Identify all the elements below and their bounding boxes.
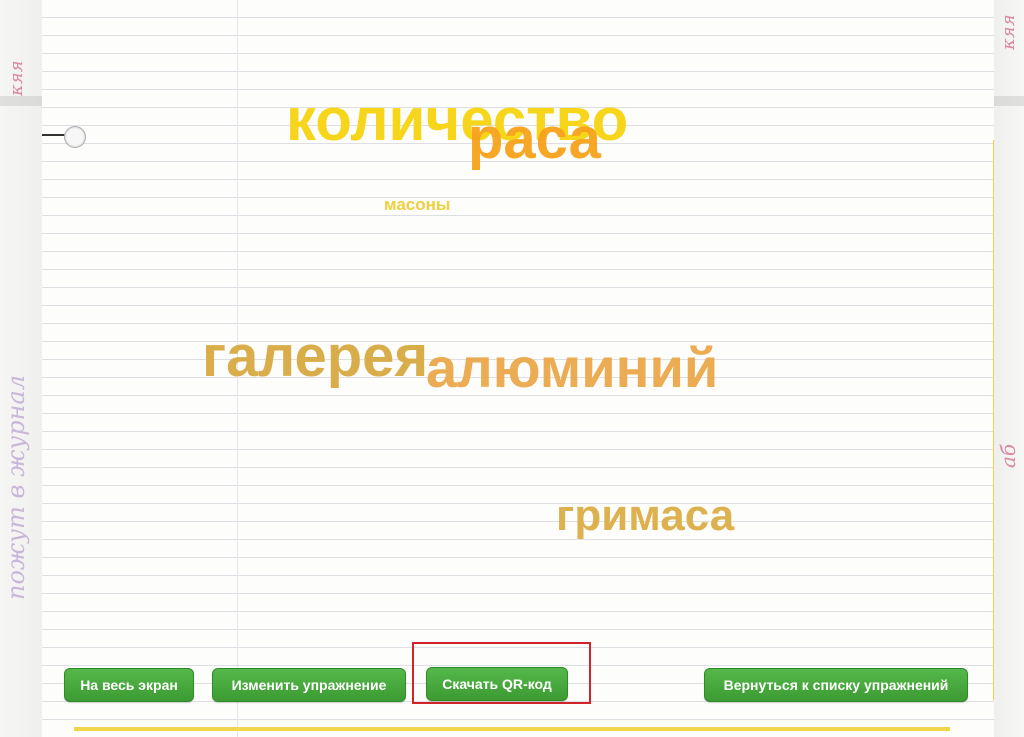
background-handwriting: κяя: [6, 60, 27, 96]
notebook-paper: количество раса масоны галерея алюминий …: [42, 0, 994, 737]
word-grimasa[interactable]: гримаса: [556, 494, 734, 538]
background-handwriting: пожут в журнал: [2, 374, 30, 600]
left-background-page: κяя пожут в журнал: [0, 0, 42, 737]
word-masony[interactable]: масоны: [384, 196, 450, 213]
right-accent-line: [993, 140, 994, 700]
right-background-page: κяя аб: [994, 0, 1024, 737]
back-to-list-button[interactable]: Вернуться к списку упражнений: [704, 668, 968, 702]
background-handwriting: κяя: [998, 14, 1019, 50]
word-alyuminiy[interactable]: алюминий: [426, 340, 718, 396]
word-rasa[interactable]: раса: [468, 110, 601, 168]
word-galereya[interactable]: галерея: [202, 328, 428, 386]
bottom-rule: [74, 727, 950, 731]
background-handwriting: аб: [996, 443, 1020, 468]
punch-hole: [64, 126, 86, 148]
download-qr-button[interactable]: Скачать QR-код: [426, 667, 568, 701]
edit-exercise-button[interactable]: Изменить упражнение: [212, 668, 406, 702]
fullscreen-button[interactable]: На весь экран: [64, 668, 194, 702]
